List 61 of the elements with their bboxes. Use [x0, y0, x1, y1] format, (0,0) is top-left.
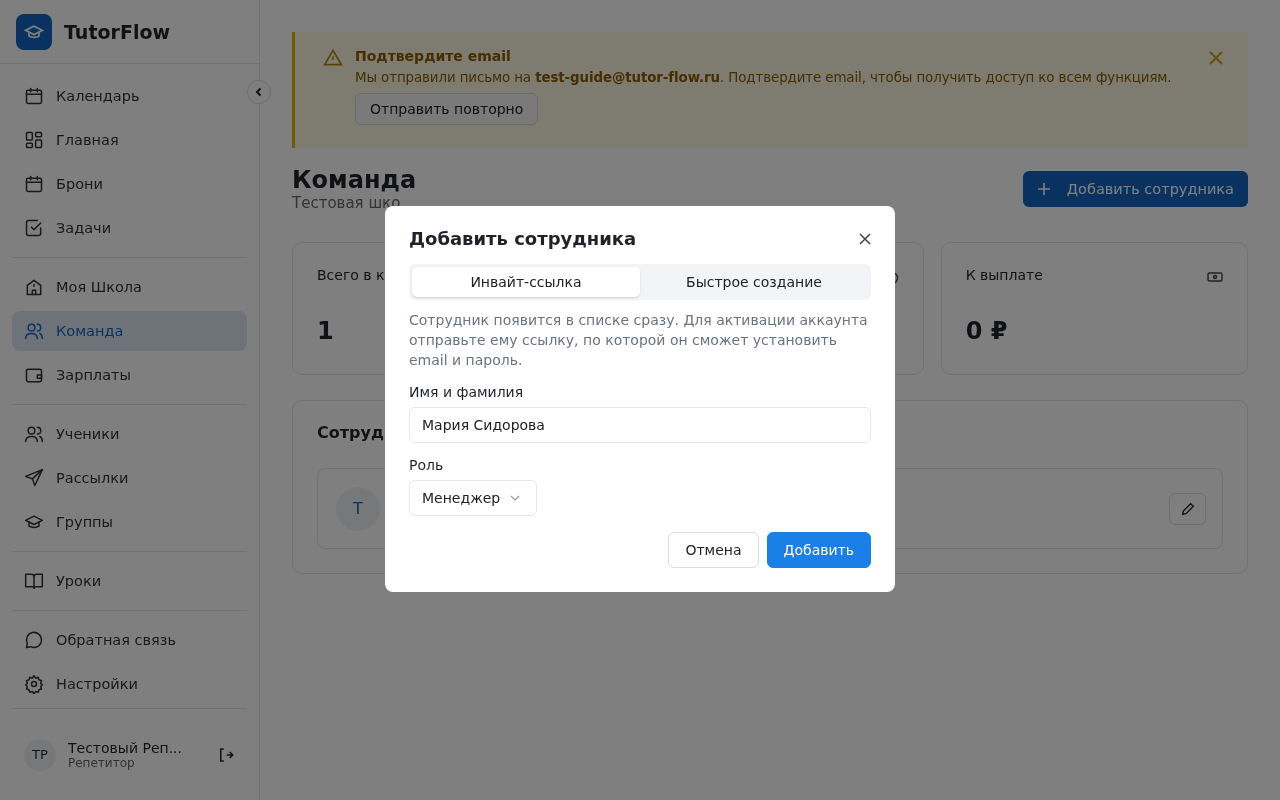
dialog-title: Добавить сотрудника	[409, 228, 637, 249]
nav-item[interactable]: Группы	[12, 502, 247, 542]
calendar-icon	[24, 86, 44, 106]
stat-label: Всего в к	[317, 267, 385, 283]
checkbox-icon	[24, 218, 44, 238]
school-icon	[24, 277, 44, 297]
banner-message: Мы отправили письмо на test-guide@tutor-flow.ru. Подтвердите email, чтобы получить доступ ко всем функциям.	[355, 70, 1173, 85]
nav-item[interactable]: Команда	[12, 311, 247, 351]
warning-icon	[323, 48, 343, 68]
nav-item[interactable]: Обратная связь	[12, 620, 247, 660]
tab[interactable]: Инвайт-ссылка	[412, 267, 640, 297]
plus-icon	[1036, 182, 1051, 196]
close-icon[interactable]	[859, 232, 871, 245]
banknote-icon	[1207, 271, 1223, 283]
nav-item[interactable]: Брони	[12, 164, 247, 204]
app-name: TutorFlow	[64, 20, 170, 43]
name-input[interactable]: Мария Сидорова	[409, 407, 871, 443]
calendar-icon	[24, 174, 44, 194]
nav-item[interactable]: Ученики	[12, 414, 247, 454]
banner-title: Подтвердите email	[355, 48, 512, 64]
chevron-down-icon	[510, 495, 521, 501]
users-icon	[24, 424, 44, 444]
member-avatar: Т	[336, 486, 380, 531]
pencil-icon	[1179, 500, 1196, 517]
logo-icon	[16, 13, 52, 50]
add-employee-button[interactable]: Добавить сотрудника	[1022, 171, 1248, 207]
page-title: Команда	[292, 166, 417, 194]
collapse-button[interactable]	[247, 80, 271, 104]
nav-item[interactable]: Главная	[12, 120, 247, 160]
stat-label: К выплате	[965, 267, 1043, 283]
users-icon	[24, 321, 44, 341]
nav-item[interactable]: Уроки	[12, 561, 247, 601]
send-icon	[24, 468, 44, 488]
book-icon	[24, 571, 44, 591]
stat-value: 1	[317, 317, 334, 345]
chat-bubble-icon	[24, 630, 44, 650]
gear-icon	[24, 674, 44, 694]
nav-item[interactable]: Моя Школа	[12, 267, 247, 307]
stat-value: 0 ₽	[965, 317, 1008, 345]
wallet-icon	[24, 365, 44, 385]
add-button[interactable]: Добавить	[766, 532, 871, 568]
logout-icon[interactable]	[217, 745, 235, 764]
field-label: Имя и фамилия	[409, 384, 525, 400]
nav-item[interactable]: Календарь	[12, 76, 247, 116]
edit-button[interactable]	[1169, 492, 1206, 525]
chevron-left-icon	[254, 87, 264, 97]
dialog-description: Сотрудник появится в списке сразу. Для активации аккаунта отправьте ему ссылку, по которой он сможет установить email и пароль.	[409, 311, 869, 370]
staff-title: Сотруд	[317, 423, 384, 442]
resend-button[interactable]: Отправить повторно	[355, 93, 539, 125]
cancel-button[interactable]: Отмена	[668, 532, 759, 568]
nav-item[interactable]: Рассылки	[12, 458, 247, 498]
user-avatar: ТР	[24, 738, 56, 771]
nav-item[interactable]: Задачи	[12, 208, 247, 248]
user-role: Репетитор	[68, 755, 136, 770]
nav-item[interactable]: Зарплаты	[12, 355, 247, 395]
user-name: Тестовый Реп...	[68, 739, 183, 756]
role-select[interactable]: Менеджер	[409, 480, 538, 516]
field-label: Роль	[409, 457, 445, 473]
tab[interactable]: Быстрое создание	[640, 267, 868, 297]
nav-item[interactable]: Настройки	[12, 664, 247, 704]
grid-icon	[24, 130, 44, 150]
